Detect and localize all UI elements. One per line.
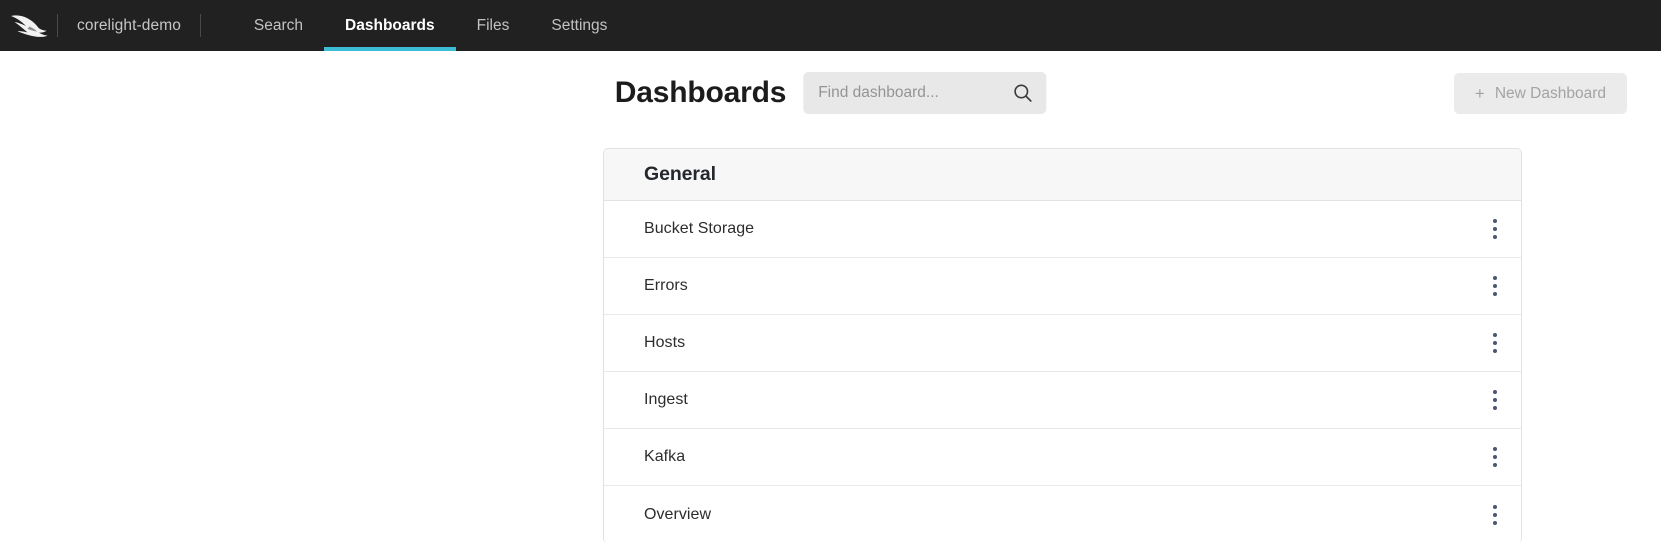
nav-tab-files[interactable]: Files [456,0,531,51]
dashboard-row-overview[interactable]: Overview [604,486,1521,543]
dashboard-row-label: Errors [644,277,688,294]
nav-tab-settings[interactable]: Settings [530,0,628,51]
dashboard-section-header: General [604,149,1521,201]
new-dashboard-button[interactable]: + New Dashboard [1453,73,1627,114]
dashboard-row-label: Ingest [644,391,688,408]
dashboard-row-label: Kafka [644,448,686,465]
dashboard-row-bucket-storage[interactable]: Bucket Storage [604,201,1521,258]
navbar-divider-right [199,14,201,37]
kebab-menu-icon[interactable] [1469,258,1521,314]
dashboard-row-hosts[interactable]: Hosts [604,315,1521,372]
dashboard-row-label: Hosts [644,334,686,351]
crowdstrike-falcon-logo[interactable] [0,0,57,51]
dashboard-section-title: General [644,163,716,185]
nav-tab-files-label: Files [476,16,510,34]
top-navigation-bar: corelight-demo Search Dashboards Files S… [0,0,1661,51]
kebab-menu-icon[interactable] [1469,315,1521,371]
nav-tab-settings-label: Settings [551,16,608,34]
kebab-menu-icon[interactable] [1469,486,1521,543]
search-dashboard-box[interactable] [803,72,1047,114]
navbar-tabs: Search Dashboards Files Settings [233,0,628,51]
tenant-name: corelight-demo [77,16,181,34]
dashboard-row-kafka[interactable]: Kafka [604,429,1521,486]
kebab-menu-icon[interactable] [1469,429,1521,485]
page-header-center: Dashboards [614,72,1047,114]
page-header: Dashboards + New Dashboard [0,51,1661,132]
nav-tab-dashboards-label: Dashboards [345,16,435,34]
dashboard-row-label: Bucket Storage [644,220,755,237]
plus-icon: + [1474,84,1485,103]
nav-tab-search-label: Search [253,16,304,34]
dashboard-row-errors[interactable]: Errors [604,258,1521,315]
dashboard-list-card: General Bucket Storage Errors Hosts Inge… [603,148,1522,543]
new-dashboard-button-label: New Dashboard [1494,84,1606,102]
search-input[interactable] [803,72,1047,114]
kebab-menu-icon[interactable] [1469,372,1521,428]
dashboard-row-label: Overview [644,505,712,523]
dashboard-row-ingest[interactable]: Ingest [604,372,1521,429]
page-title: Dashboards [614,76,787,109]
nav-tab-search[interactable]: Search [233,0,324,51]
kebab-menu-icon[interactable] [1469,201,1521,257]
nav-tab-dashboards[interactable]: Dashboards [324,0,456,51]
